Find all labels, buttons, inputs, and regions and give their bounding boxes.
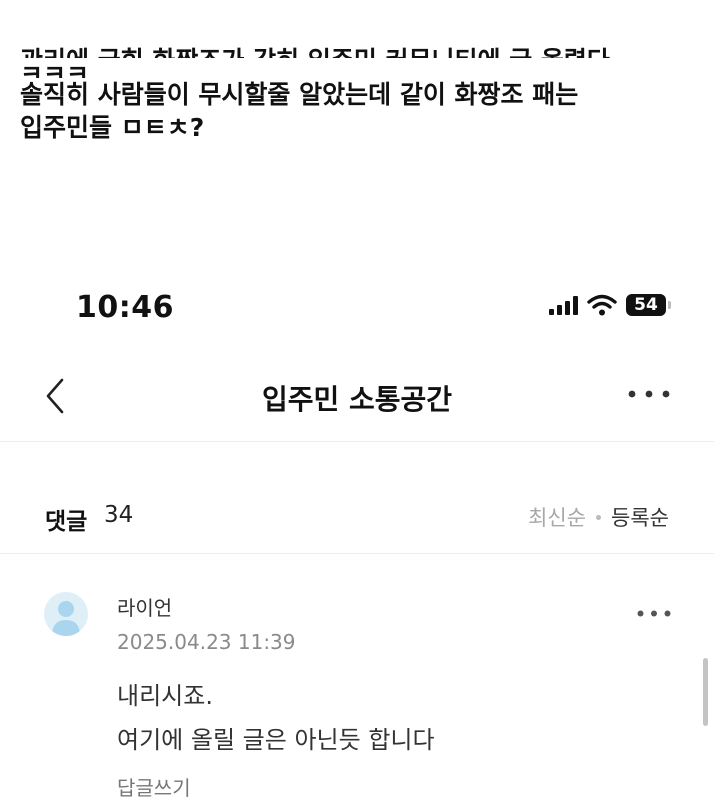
sort-latest-button[interactable]: 최신순: [528, 502, 586, 532]
comment-body-line-1: 내리시죠.: [117, 682, 213, 710]
comment-date: 2025.04.23 11:39: [117, 630, 296, 654]
caption-line-3: 솔직히 사람들이 무시할줄 알았는데 같이 화짱조 패는: [20, 80, 579, 109]
avatar: [44, 592, 88, 636]
back-button[interactable]: [38, 374, 72, 418]
comment-item: 라이언 2025.04.23 11:39 내리시죠. 여기에 올릴 글은 아닌듯…: [0, 580, 714, 805]
page-title: 입주민 소통공간: [261, 383, 453, 416]
sort-separator: [596, 514, 602, 520]
caption-line-4: 입주민들 ㅁㅌㅊ?: [20, 113, 205, 142]
comment-body-line-2: 여기에 올릴 글은 아닌듯 합니다: [117, 726, 435, 754]
post-caption: 관리에 긁힌 화짱조가 감히 입주민 커뮤니티에 글 올렸다 ㅋㅋㅋ 솔직히 사…: [20, 44, 700, 144]
nav-divider: [0, 441, 714, 442]
sort-registered-button[interactable]: 등록순: [611, 502, 669, 532]
comments-count: 34: [104, 502, 134, 528]
scrollbar[interactable]: [703, 658, 708, 726]
comment-more-button[interactable]: [634, 604, 674, 622]
battery-level: 54: [634, 295, 658, 315]
battery-icon: 54: [626, 294, 671, 316]
user-icon: [52, 601, 80, 636]
chevron-left-icon: [46, 378, 64, 414]
comments-header: 댓글 34 최신순 등록순: [0, 490, 714, 546]
caption-line-2: ㅋㅋㅋ: [20, 60, 90, 78]
status-icons: 54: [549, 294, 671, 316]
more-options-button[interactable]: [624, 384, 674, 404]
sort-options: 최신순 등록순: [528, 502, 669, 532]
caption-line-1: 관리에 긁힌 화짱조가 감히 입주민 커뮤니티에 글 올렸다: [20, 44, 700, 58]
signal-icon: [549, 295, 578, 315]
status-time: 10:46: [76, 290, 174, 325]
comments-divider: [0, 553, 714, 554]
more-horizontal-icon: [628, 390, 670, 398]
reply-button[interactable]: 답글쓰기: [117, 772, 191, 801]
more-horizontal-icon: [637, 610, 671, 616]
comment-body: 내리시죠. 여기에 올릴 글은 아닌듯 합니다: [117, 674, 435, 762]
nav-bar: 입주민 소통공간: [0, 360, 714, 430]
wifi-icon: [587, 294, 617, 316]
status-bar: 10:46 54: [0, 286, 714, 332]
comments-label: 댓글: [45, 509, 88, 535]
comment-author[interactable]: 라이언: [117, 592, 172, 621]
